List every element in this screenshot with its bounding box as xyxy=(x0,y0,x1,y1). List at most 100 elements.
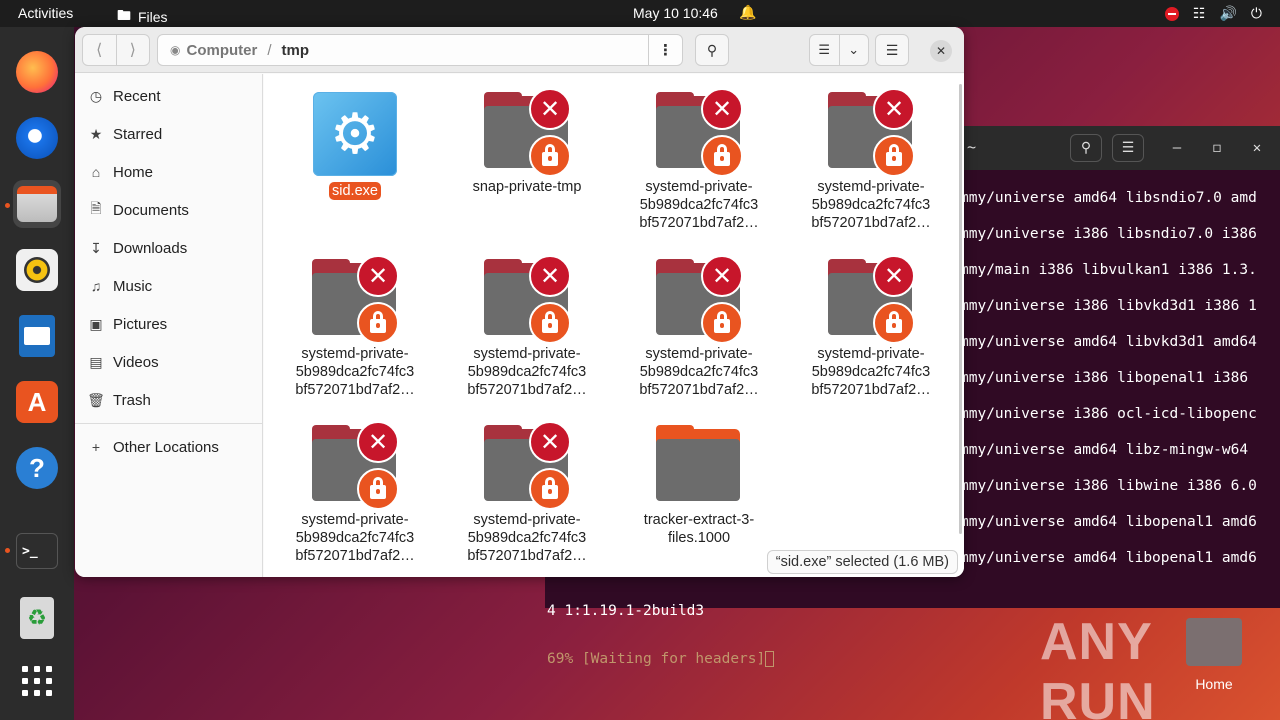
terminal-menu-button[interactable]: ☰ xyxy=(1112,134,1144,162)
file-label: systemd-private- 5b989dca2fc74fc3 bf572071… xyxy=(275,345,435,399)
sidebar-item-other-locations[interactable]: + Other Locations xyxy=(87,432,219,462)
dock-firefox[interactable] xyxy=(13,48,61,96)
sidebar-item-starred[interactable]: ★ Starred xyxy=(87,119,162,149)
file-label-line: files.1000 xyxy=(667,530,731,546)
sidebar-item-videos[interactable]: ▤ Videos xyxy=(87,347,159,377)
list-view-button[interactable]: ☰ xyxy=(810,35,840,65)
nav-buttons: ⟨ ⟩ xyxy=(82,34,150,66)
file-item[interactable]: ✕ systemd-private- 5b989dca2fc74fc3 bf5720… xyxy=(447,255,607,399)
file-label: sid.exe xyxy=(329,182,381,200)
locked-folder-icon: ✕ xyxy=(312,255,399,344)
trash-icon: 🗑 xyxy=(87,391,105,408)
terminal-close-button[interactable]: ✕ xyxy=(1241,134,1273,162)
close-button[interactable]: ✕ xyxy=(930,40,952,62)
view-options-button[interactable]: ⌄ xyxy=(840,35,869,65)
dock-help[interactable]: ? xyxy=(13,444,61,492)
file-item[interactable]: ✕ systemd-private- 5b989dca2fc74fc3 bf5720… xyxy=(447,421,607,565)
sidebar-item-label: Videos xyxy=(113,353,159,371)
sidebar-item-music[interactable]: ♫ Music xyxy=(87,271,152,301)
breadcrumb-tmp[interactable]: tmp xyxy=(282,42,310,59)
file-label-line: systemd-private- xyxy=(645,179,753,195)
close-icon: ✕ xyxy=(935,44,947,58)
app-menu[interactable]: 🖿 Files xyxy=(117,5,168,29)
file-item[interactable]: ✕ systemd-private- 5b989dca2fc74fc3 bf5720… xyxy=(791,255,951,399)
lock-emblem-icon xyxy=(529,302,571,344)
search-button[interactable]: ⚲ xyxy=(695,34,729,66)
dock-trash[interactable]: ♻ xyxy=(13,594,61,642)
dock-files[interactable] xyxy=(13,180,61,228)
system-tray[interactable]: ☷ 🔊 ⏻ xyxy=(1164,5,1262,22)
clock[interactable]: May 10 10:46 xyxy=(633,5,718,21)
unreadable-emblem-icon: ✕ xyxy=(701,88,743,130)
document-icon: 🗎 xyxy=(90,200,102,216)
sidebar-item-home[interactable]: ⌂ Home xyxy=(87,157,153,187)
dock-rhythmbox[interactable] xyxy=(13,246,61,294)
lock-emblem-icon xyxy=(529,135,571,177)
locked-folder-icon: ✕ xyxy=(312,421,399,510)
file-label-line: bf572071bd7af2… xyxy=(467,382,587,398)
desktop-home-icon[interactable]: Home xyxy=(1184,618,1244,692)
video-icon: ▤ xyxy=(89,353,103,370)
sidebar-item-label: Downloads xyxy=(113,239,188,257)
file-item[interactable]: ✕ systemd-private- 5b989dca2fc74fc3 bf5720… xyxy=(619,255,779,399)
sidebar-item-downloads[interactable]: ↧ Downloads xyxy=(87,233,187,263)
chevron-down-icon: ⌄ xyxy=(848,42,860,57)
music-icon: ♫ xyxy=(90,278,102,294)
terminal-maximize-button[interactable]: ◻ xyxy=(1201,134,1233,162)
file-label: systemd-private- 5b989dca2fc74fc3 bf572071… xyxy=(275,511,435,565)
file-item[interactable]: ✕ systemd-private- 5b989dca2fc74fc3 bf5720… xyxy=(791,88,951,232)
terminal-bottom-line: 4 1:1.19.1-2build3 xyxy=(547,603,705,619)
search-icon: ⚲ xyxy=(706,41,718,58)
download-icon: ↧ xyxy=(90,239,102,256)
back-button[interactable]: ⟨ xyxy=(83,35,117,65)
close-icon: ✕ xyxy=(1252,140,1262,156)
sidebar-item-label: Documents xyxy=(113,201,189,219)
minimize-icon: – xyxy=(1172,140,1182,156)
unreadable-emblem-icon: ✕ xyxy=(357,421,399,463)
dock-thunderbird[interactable] xyxy=(13,114,61,162)
file-label-line: tracker-extract-3- xyxy=(643,512,755,528)
network-icon: ☷ xyxy=(1192,5,1206,21)
file-label: tracker-extract-3- files.1000 xyxy=(619,511,779,547)
file-item[interactable]: ✕ systemd-private- 5b989dca2fc74fc3 bf5720… xyxy=(619,88,779,232)
terminal-search-button[interactable]: ⚲ xyxy=(1070,134,1102,162)
file-item[interactable]: ✕ snap-private-tmp xyxy=(447,88,607,196)
unreadable-emblem-icon: ✕ xyxy=(529,88,571,130)
sidebar-item-documents[interactable]: 🗎 Documents xyxy=(87,195,189,225)
terminal-progress-line: 69% [Waiting for headers] xyxy=(547,651,766,667)
more-vertical-icon: ⋮ xyxy=(658,42,673,59)
sidebar-item-label: Other Locations xyxy=(113,438,219,456)
trash-icon: ♻ xyxy=(20,597,54,639)
sidebar-item-recent[interactable]: ◷ Recent xyxy=(87,81,161,111)
sidebar: ◷ Recent ★ Starred ⌂ Home 🗎 Documents ↧ Downl… xyxy=(75,74,263,577)
dock-terminal[interactable]: >_ xyxy=(13,527,61,575)
files-window[interactable]: ⟨ ⟩ ◉ Computer / tmp ⋮ ⚲ ☰ ⌄ ☰ ✕ ◷ Recent… xyxy=(75,27,964,577)
terminal-minimize-button[interactable]: – xyxy=(1161,134,1193,162)
drive-icon: ◉ xyxy=(170,43,181,57)
file-label: systemd-private- 5b989dca2fc74fc3 bf572071… xyxy=(791,178,951,232)
sidebar-item-label: Starred xyxy=(113,125,163,143)
sidebar-item-pictures[interactable]: ▣ Pictures xyxy=(87,309,167,339)
folder-icon: 🖿 xyxy=(117,7,131,23)
software-icon: A xyxy=(16,381,58,423)
dock-show-apps[interactable] xyxy=(13,657,61,705)
activities-button[interactable]: Activities xyxy=(18,5,73,21)
dock-software[interactable]: A xyxy=(13,378,61,426)
file-item-sid-exe[interactable]: ⚙ sid.exe xyxy=(275,92,435,200)
forward-button[interactable]: ⟩ xyxy=(117,35,150,65)
path-menu-button[interactable]: ⋮ xyxy=(648,35,682,65)
scrollbar[interactable] xyxy=(959,84,962,534)
file-item[interactable]: ✕ systemd-private- 5b989dca2fc74fc3 bf5720… xyxy=(275,255,435,399)
file-item[interactable]: ✕ systemd-private- 5b989dca2fc74fc3 bf5720… xyxy=(275,421,435,565)
file-label-line: 5b989dca2fc74fc3 xyxy=(639,197,759,213)
sidebar-item-trash[interactable]: 🗑 Trash xyxy=(87,385,151,415)
file-label-line: systemd-private- xyxy=(301,512,409,528)
locked-folder-icon: ✕ xyxy=(656,255,743,344)
dock-writer[interactable] xyxy=(13,312,61,360)
help-icon: ? xyxy=(16,447,58,489)
file-item[interactable]: tracker-extract-3- files.1000 xyxy=(619,425,779,547)
main-menu-button[interactable]: ☰ xyxy=(875,34,909,66)
sidebar-item-label: Trash xyxy=(113,391,151,409)
breadcrumb-computer[interactable]: Computer xyxy=(186,42,257,59)
rhythmbox-icon xyxy=(16,249,58,291)
